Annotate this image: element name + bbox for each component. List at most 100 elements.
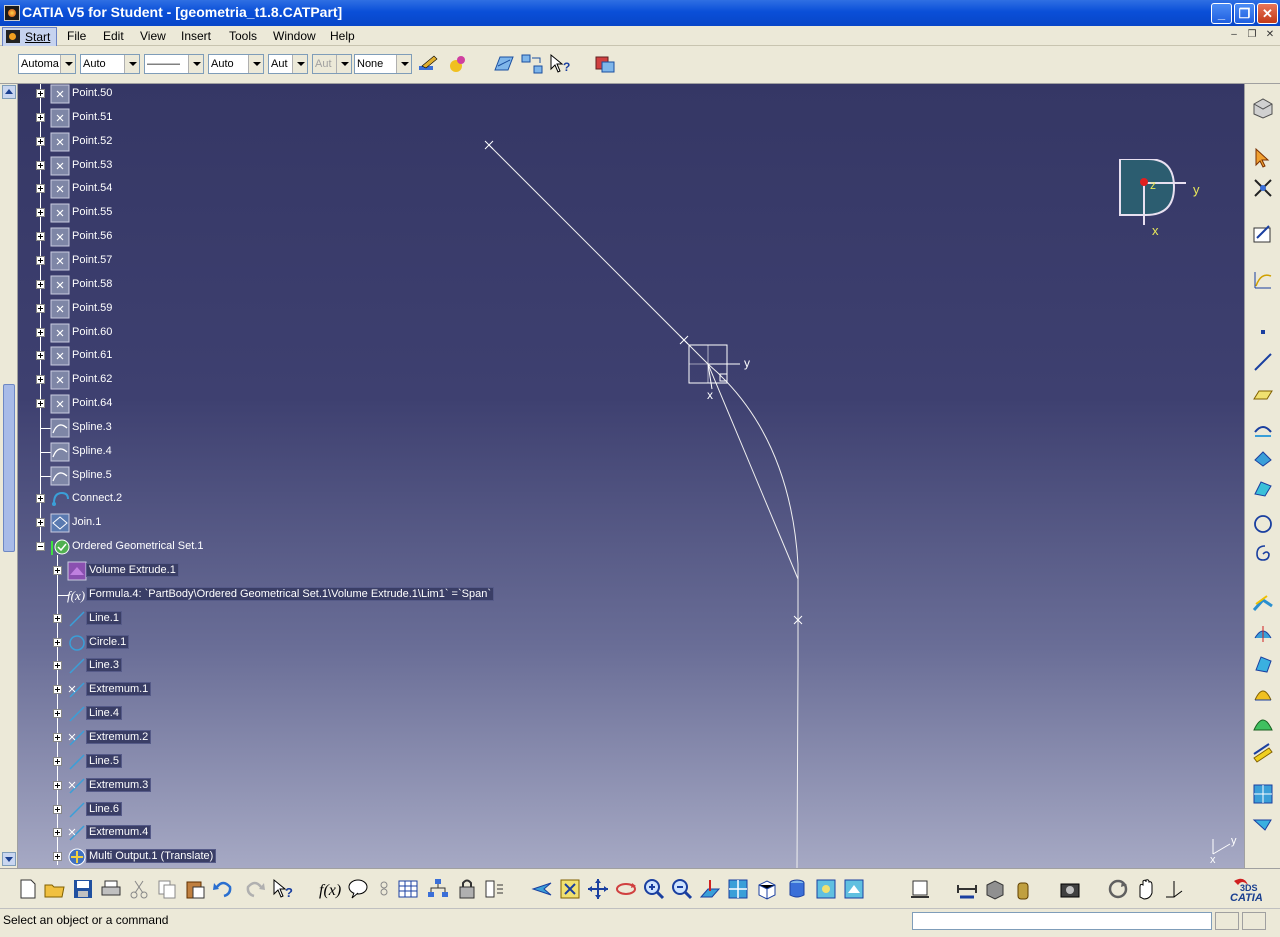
swap-space-icon[interactable] [842,877,866,901]
expand-icon[interactable] [53,661,62,671]
expand-icon[interactable] [36,399,45,409]
expand-icon[interactable] [53,804,62,814]
multi-view-icon[interactable] [726,877,750,901]
command-input[interactable] [912,912,1212,930]
paste-icon[interactable] [183,877,207,901]
reference-plane-icon[interactable] [492,52,516,76]
select-arrow-icon[interactable] [1251,146,1275,170]
reorder-icon[interactable] [483,877,507,901]
painter-icon[interactable] [416,52,440,76]
menu-view[interactable]: View [140,29,166,43]
circle-tool-icon[interactable] [1251,512,1275,536]
expand-icon[interactable] [53,828,62,838]
measure-between-icon[interactable] [955,877,979,901]
menu-tools[interactable]: Tools [229,29,257,43]
restore-button[interactable]: ❐ [1234,3,1255,24]
menu-window[interactable]: Window [273,29,316,43]
plane-tool-icon[interactable] [1251,382,1275,406]
expand-icon[interactable] [36,232,45,242]
expand-icon[interactable] [53,780,62,790]
expand-icon[interactable] [36,303,45,313]
color-dropdown[interactable]: Automa [18,54,76,74]
law-icon[interactable] [1251,268,1275,292]
expand-icon[interactable] [53,613,62,623]
rotate-icon[interactable] [614,877,638,901]
linetype-dropdown[interactable]: ——— [144,54,204,74]
lock-icon[interactable] [455,877,479,901]
menu-help[interactable]: Help [330,29,355,43]
extrude-tool-icon[interactable] [1251,416,1275,440]
zoom-out-icon[interactable] [670,877,694,901]
normal-view-icon[interactable] [698,877,722,901]
multi-section-tool-icon[interactable] [1251,742,1275,766]
fly-mode-icon[interactable] [530,877,554,901]
expand-icon[interactable] [36,255,45,265]
chain-icon[interactable] [372,877,396,901]
undo-icon[interactable] [211,877,235,901]
expand-icon[interactable] [36,89,45,98]
expand-icon[interactable] [53,852,62,862]
doc-minimize-button[interactable]: – [1227,29,1241,42]
minimize-button[interactable]: _ [1211,3,1232,24]
pan-icon[interactable] [586,877,610,901]
expand-icon[interactable] [36,518,45,528]
shading-icon[interactable] [785,877,809,901]
expand-icon[interactable] [36,327,45,337]
fit-all-icon[interactable] [558,877,582,901]
sweep-tool-icon[interactable] [1251,476,1275,500]
sketch-icon[interactable] [1251,222,1275,246]
update-icon[interactable] [1106,877,1130,901]
revolve-tool-icon[interactable] [1251,682,1275,706]
hierarchy-icon[interactable] [426,877,450,901]
point-symbol-dropdown[interactable]: Aut [268,54,308,74]
expand-icon[interactable] [36,136,45,146]
point-tool-icon[interactable] [1251,320,1275,344]
apply-material-icon[interactable] [1011,877,1035,901]
collapse-icon[interactable] [36,542,45,552]
measure-inertia-icon[interactable] [908,877,932,901]
translate-tool-icon[interactable] [1251,812,1275,836]
expand-icon[interactable] [53,732,62,742]
layer-dropdown[interactable]: None [354,54,412,74]
expand-icon[interactable] [36,494,45,504]
close-button[interactable]: ✕ [1257,3,1278,24]
command-input-button[interactable] [1215,912,1239,930]
split-tool-icon[interactable] [1251,622,1275,646]
expand-icon[interactable] [36,375,45,385]
pattern-tool-icon[interactable] [1251,782,1275,806]
properties-icon[interactable] [446,52,470,76]
doc-restore-button[interactable]: ❐ [1245,29,1259,42]
new-file-icon[interactable] [16,877,40,901]
whats-this-icon[interactable]: ? [548,52,572,76]
sketch-tools-icon[interactable] [1251,176,1275,200]
cut-icon[interactable] [127,877,151,901]
command-input-button-2[interactable] [1242,912,1266,930]
sphere-tool-icon[interactable] [1251,712,1275,736]
menu-file[interactable]: File [67,29,86,43]
expand-icon[interactable] [53,685,62,695]
expand-icon[interactable] [53,756,62,766]
expand-icon[interactable] [53,566,62,575]
expand-icon[interactable] [53,637,62,647]
save-icon[interactable] [71,877,95,901]
expand-icon[interactable] [36,208,45,218]
formula-icon[interactable]: f(x) [318,877,342,901]
expand-icon[interactable] [36,279,45,289]
redo-icon[interactable] [243,877,267,901]
catalog-browser-icon[interactable] [594,52,618,76]
hide-show-icon[interactable] [814,877,838,901]
swap-visible-space-icon[interactable] [520,52,544,76]
iso-view-icon[interactable] [755,877,779,901]
compass-origin[interactable] [1140,178,1148,186]
manipulation-hand-icon[interactable] [1134,877,1158,901]
expand-icon[interactable] [36,112,45,122]
transparency-dropdown[interactable]: Auto [80,54,140,74]
doc-close-button[interactable]: ✕ [1263,29,1277,42]
print-icon[interactable] [99,877,123,901]
expand-icon[interactable] [36,351,45,361]
menu-edit[interactable]: Edit [103,29,124,43]
join-tool-icon[interactable] [1251,592,1275,616]
zoom-in-icon[interactable] [642,877,666,901]
open-folder-icon[interactable] [43,877,67,901]
spiral-tool-icon[interactable] [1251,542,1275,566]
